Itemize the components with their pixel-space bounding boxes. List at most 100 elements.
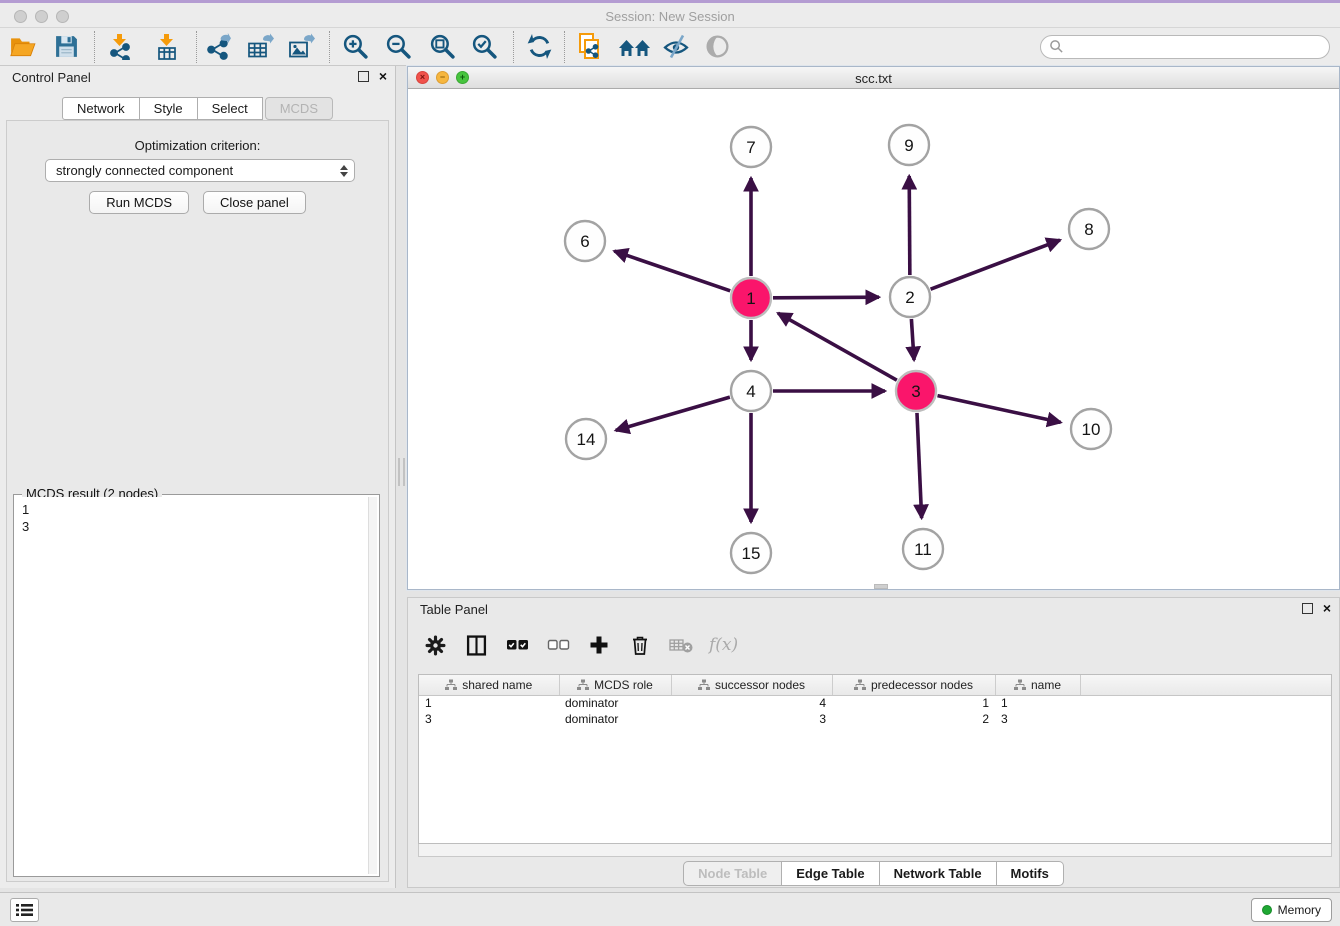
network-canvas[interactable]: 7968124314101511 [408, 89, 1339, 589]
hierarchy-icon [854, 679, 866, 691]
close-table-panel-icon[interactable]: × [1323, 603, 1331, 614]
network-view-window: × − + scc.txt 7968124314101511 [407, 66, 1340, 590]
workspace: Control Panel × NetworkStyleSelectMCDS O… [0, 66, 1340, 892]
table-cell[interactable]: dominator [559, 695, 671, 711]
split-handle[interactable] [874, 584, 888, 589]
zoom-fit-icon[interactable] [428, 33, 456, 61]
node-label: 6 [580, 232, 589, 251]
table-cell[interactable]: 1 [832, 695, 995, 711]
edge-3-10[interactable] [937, 396, 1060, 423]
column-header-successor-nodes[interactable]: successor nodes [671, 675, 832, 695]
tab-network-table[interactable]: Network Table [880, 861, 997, 886]
edge-2-3[interactable] [911, 319, 914, 360]
edge-3-11[interactable] [917, 413, 922, 518]
result-scrollbar[interactable] [368, 497, 377, 874]
tab-node-table[interactable]: Node Table [683, 861, 782, 886]
node-label: 11 [914, 540, 932, 559]
result-item[interactable]: 1 [22, 501, 361, 518]
table-row[interactable]: 3dominator323 [419, 711, 1331, 727]
function-builder-icon[interactable]: f(x) [709, 632, 738, 658]
first-neighbors-icon[interactable] [617, 33, 651, 61]
export-image-icon[interactable] [287, 33, 315, 61]
control-panel-tabs: NetworkStyleSelectMCDS [0, 97, 395, 120]
import-table-icon[interactable] [153, 33, 181, 61]
status-bar: Memory [0, 892, 1340, 926]
table-cell[interactable]: 3 [419, 711, 559, 727]
zoom-out-icon[interactable] [384, 33, 412, 61]
column-header-name[interactable]: name [995, 675, 1080, 695]
open-session-icon[interactable] [9, 33, 37, 61]
network-window-titlebar[interactable]: × − + scc.txt [408, 67, 1339, 89]
edge-3-1[interactable] [778, 313, 897, 380]
float-panel-icon[interactable] [358, 71, 369, 82]
export-network-icon[interactable] [204, 33, 232, 61]
edge-2-8[interactable] [931, 240, 1060, 289]
tab-select[interactable]: Select [198, 97, 263, 120]
tab-edge-table[interactable]: Edge Table [782, 861, 879, 886]
result-item[interactable]: 3 [22, 518, 361, 535]
table-cell[interactable]: 3 [671, 711, 832, 727]
edge-4-14[interactable] [616, 397, 730, 430]
add-column-icon[interactable] [586, 632, 612, 658]
node-table[interactable]: shared nameMCDS rolesuccessor nodesprede… [418, 674, 1332, 844]
mcds-result-list[interactable]: 13 [16, 497, 367, 874]
column-header-MCDS-role[interactable]: MCDS role [559, 675, 671, 695]
tab-motifs[interactable]: Motifs [997, 861, 1064, 886]
run-mcds-button[interactable]: Run MCDS [89, 191, 189, 214]
deselect-all-icon[interactable] [545, 632, 571, 658]
hierarchy-icon [1014, 679, 1026, 691]
hierarchy-icon [445, 679, 457, 691]
table-cell[interactable]: 2 [832, 711, 995, 727]
selected-option: strongly connected component [56, 163, 233, 178]
search-box[interactable] [1040, 35, 1330, 59]
zoom-selected-icon[interactable] [470, 33, 498, 61]
table-row[interactable]: 1dominator411 [419, 695, 1331, 711]
export-table-icon[interactable] [246, 33, 274, 61]
toolbar-separator [94, 31, 95, 63]
tab-network[interactable]: Network [62, 97, 140, 120]
memory-button[interactable]: Memory [1251, 898, 1332, 922]
edge-2-9[interactable] [909, 176, 910, 275]
edge-1-2[interactable] [773, 297, 879, 298]
close-panel-button[interactable]: Close panel [203, 191, 306, 214]
task-history-button[interactable] [10, 898, 39, 922]
control-panel-title: Control Panel [12, 70, 91, 85]
node-label: 9 [904, 136, 913, 155]
table-panel: Table Panel × [407, 597, 1340, 888]
table-panel-tabs: Node TableEdge TableNetwork TableMotifs [408, 861, 1339, 886]
control-panel-header: Control Panel × [0, 66, 395, 90]
import-network-icon[interactable] [106, 33, 134, 61]
delete-table-icon[interactable] [668, 632, 694, 658]
table-cell[interactable]: dominator [559, 711, 671, 727]
table-horizontal-scrollbar[interactable] [418, 844, 1332, 857]
close-panel-icon[interactable]: × [379, 71, 387, 82]
clone-network-icon[interactable] [576, 33, 604, 61]
hierarchy-icon [698, 679, 710, 691]
column-header-shared-name[interactable]: shared name [419, 675, 559, 695]
optimization-criterion-select[interactable]: strongly connected component [45, 159, 355, 182]
float-table-panel-icon[interactable] [1302, 603, 1313, 614]
save-session-icon[interactable] [52, 33, 80, 61]
table-cell[interactable]: 3 [995, 711, 1080, 727]
search-input[interactable] [1064, 40, 1321, 54]
panel-divider-handle[interactable] [398, 458, 405, 486]
table-settings-icon[interactable] [422, 632, 448, 658]
column-header-predecessor-nodes[interactable]: predecessor nodes [832, 675, 995, 695]
table-cell[interactable]: 4 [671, 695, 832, 711]
select-all-icon[interactable] [504, 632, 530, 658]
apply-layout-icon[interactable] [525, 33, 553, 61]
delete-column-icon[interactable] [627, 632, 653, 658]
tab-style[interactable]: Style [140, 97, 198, 120]
show-all-icon[interactable] [703, 33, 731, 61]
edge-1-6[interactable] [614, 251, 730, 291]
zoom-in-icon[interactable] [341, 33, 369, 61]
node-label: 2 [905, 288, 914, 307]
tab-mcds[interactable]: MCDS [265, 97, 333, 120]
column-visibility-icon[interactable] [463, 632, 489, 658]
node-label: 14 [577, 430, 596, 449]
hide-selected-icon[interactable] [662, 33, 690, 61]
table-cell[interactable]: 1 [995, 695, 1080, 711]
table-cell[interactable]: 1 [419, 695, 559, 711]
node-label: 8 [1084, 220, 1093, 239]
table-panel-title: Table Panel [420, 602, 488, 617]
